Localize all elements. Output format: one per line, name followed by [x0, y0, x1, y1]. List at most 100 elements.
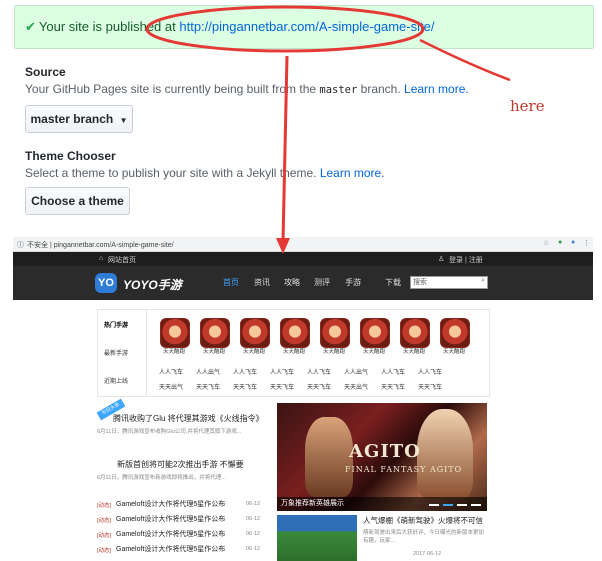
game-icon[interactable]: [240, 318, 270, 348]
game-grid-link[interactable]: 天天出气: [159, 382, 183, 391]
nav-item-reviews[interactable]: 测评: [314, 277, 330, 288]
carousel-dot[interactable]: [471, 504, 481, 506]
hero-subtitle: FINAL FANTASY AGITO: [345, 465, 463, 474]
theme-desc-text: Select a theme to publish your site with…: [25, 166, 320, 180]
list-item[interactable]: Gameloft设计大作将代理5星作公布: [116, 544, 225, 554]
news-headline-2[interactable]: 新版首创将可能2次推出手游 不懈要: [117, 459, 244, 470]
carousel-dot[interactable]: [443, 504, 453, 506]
hero-title: AGITO: [349, 441, 421, 462]
game-grid-link[interactable]: 天天飞车: [270, 382, 294, 391]
game-label: 天天酷跑: [162, 349, 185, 355]
choose-theme-button[interactable]: Choose a theme: [25, 187, 130, 215]
game-grid-link[interactable]: 人人出气: [196, 367, 220, 376]
nav-item-guides[interactable]: 攻略: [284, 277, 300, 288]
game-icon[interactable]: [160, 318, 190, 348]
site-url-link[interactable]: http://pingannetbar.com/A-simple-game-si…: [179, 19, 434, 34]
search-icon[interactable]: ⌕: [481, 277, 485, 285]
nav-item-download[interactable]: 下载: [385, 277, 401, 288]
embedded-site-screenshot: ⓘ 不安全 | pingannetbar.com/A-simple-game-s…: [13, 237, 593, 561]
game-grid-link[interactable]: 人人飞车: [233, 367, 257, 376]
nav-item-mobile-games[interactable]: 手游: [345, 277, 361, 288]
game-grid-link[interactable]: 人人飞车: [418, 367, 442, 376]
login-register-links[interactable]: 登录 | 注册: [449, 255, 483, 265]
hero-banner[interactable]: AGITO FINAL FANTASY AGITO 万象推荐新英雄展示: [277, 403, 487, 511]
game-label: 天天酷跑: [322, 349, 345, 355]
star-icon: ☆: [543, 240, 550, 247]
game-grid-link[interactable]: 人人飞车: [307, 367, 331, 376]
game-icon[interactable]: [320, 318, 350, 348]
site-home-link[interactable]: 网站首页: [108, 255, 136, 265]
published-prefix: Your site is published at: [38, 19, 180, 34]
source-description: Your GitHub Pages site is currently bein…: [25, 82, 469, 96]
theme-heading: Theme Chooser: [25, 149, 116, 163]
news-headline-1[interactable]: 腾讯收购了Glu 将代理其游戏《火线指令》: [113, 413, 264, 424]
yoyo-logo-icon: YO: [95, 273, 117, 293]
home-icon: ⌂: [99, 255, 104, 262]
game-icon[interactable]: [440, 318, 470, 348]
source-heading: Source: [25, 65, 66, 79]
game-grid-link[interactable]: 人人飞车: [381, 367, 405, 376]
side-article-snippet: 萌新驾驶出来后大获好评，今日曝光的新版本更加有趣，玩家...: [363, 530, 485, 544]
tab-new-games[interactable]: 最新手游: [104, 348, 128, 357]
game-label: 天天酷跑: [402, 349, 425, 355]
hero-character-right: [417, 409, 473, 499]
site-topbar: ⌂ 网站首页 ♙ 登录 | 注册: [13, 252, 593, 266]
article-thumbnail[interactable]: [277, 515, 357, 561]
game-grid-link[interactable]: 天天飞车: [233, 382, 257, 391]
site-search-input[interactable]: 搜索 ⌕: [410, 276, 488, 289]
game-grid-link[interactable]: 天天飞车: [307, 382, 331, 391]
search-placeholder: 搜索: [413, 279, 427, 286]
browser-address-bar: ⓘ 不安全 | pingannetbar.com/A-simple-game-s…: [13, 237, 593, 252]
menu-icon: ⋮: [583, 240, 590, 247]
game-label: 天天酷跑: [362, 349, 385, 355]
game-icon[interactable]: [200, 318, 230, 348]
list-item-date: 06-12: [246, 501, 261, 507]
source-desc-text: Your GitHub Pages site is currently bein…: [25, 82, 320, 96]
theme-description: Select a theme to publish your site with…: [25, 166, 385, 180]
game-grid-link[interactable]: 天天飞车: [381, 382, 405, 391]
list-item[interactable]: Gameloft设计大作将代理5星作公布: [116, 514, 225, 524]
site-logo-text: YOYO手游: [123, 278, 182, 292]
list-item-tag: [动态]: [97, 503, 112, 509]
list-item[interactable]: Gameloft设计大作将代理5星作公布: [116, 529, 225, 539]
game-grid-link[interactable]: 人人出气: [344, 367, 368, 376]
annotation-here-label: here: [510, 97, 545, 115]
game-grid-link[interactable]: 天天飞车: [196, 382, 220, 391]
branch-select-button[interactable]: master branch ▼: [25, 105, 133, 133]
game-label: 天天酷跑: [202, 349, 225, 355]
game-grid-link[interactable]: 人人飞车: [270, 367, 294, 376]
list-item[interactable]: Gameloft设计大作将代理5星作公布: [116, 499, 225, 509]
list-item-tag: [动态]: [97, 548, 112, 554]
list-item-date: 06-12: [246, 546, 261, 552]
tab-upcoming-games[interactable]: 近期上线: [104, 376, 128, 385]
game-icon[interactable]: [280, 318, 310, 348]
nav-item-home[interactable]: 首页: [223, 277, 239, 288]
game-label: 天天酷跑: [282, 349, 305, 355]
tab-hot-games[interactable]: 热门手游: [104, 320, 128, 329]
nav-item-news[interactable]: 资讯: [254, 277, 270, 288]
extension-icon: ●: [558, 239, 563, 246]
news-snippet-2: 6月11日，腾讯游戏宣布新游戏即将推出，并将代理...: [97, 475, 226, 481]
news-snippet-1: 6月11日，腾讯游戏宣布收购Glu公司,并将代理其旗下游戏...: [97, 429, 242, 435]
game-label: 天天酷跑: [442, 349, 465, 355]
game-grid-link[interactable]: 天天飞车: [418, 382, 442, 391]
side-article-title[interactable]: 人气爆棚《萌新驾驶》火爆将不可信: [363, 515, 483, 526]
carousel-dot[interactable]: [429, 504, 439, 506]
game-grid-link[interactable]: 天天出气: [344, 382, 368, 391]
carousel-dot[interactable]: [457, 504, 467, 506]
game-icon[interactable]: [360, 318, 390, 348]
profile-icon: ●: [571, 239, 576, 246]
hero-caption: 万象推荐新英雄展示: [277, 497, 487, 511]
game-icon[interactable]: [400, 318, 430, 348]
published-notice: ✔ Your site is published at http://pingan…: [14, 5, 594, 49]
theme-learn-more-link[interactable]: Learn more.: [320, 166, 385, 180]
caret-down-icon: ▼: [119, 116, 128, 125]
game-grid-link[interactable]: 人人飞车: [159, 367, 183, 376]
side-article-date: 2017-06-12: [413, 551, 442, 557]
site-nav: YO YOYO手游 首页 资讯 攻略 测评 手游 下载 搜索 ⌕: [13, 266, 593, 300]
list-item-tag: [动态]: [97, 533, 112, 539]
hero-character-left: [305, 417, 353, 497]
branch-select-label: master branch: [30, 112, 114, 126]
branch-code: master: [319, 84, 358, 96]
source-learn-more-link[interactable]: Learn more.: [404, 82, 469, 96]
